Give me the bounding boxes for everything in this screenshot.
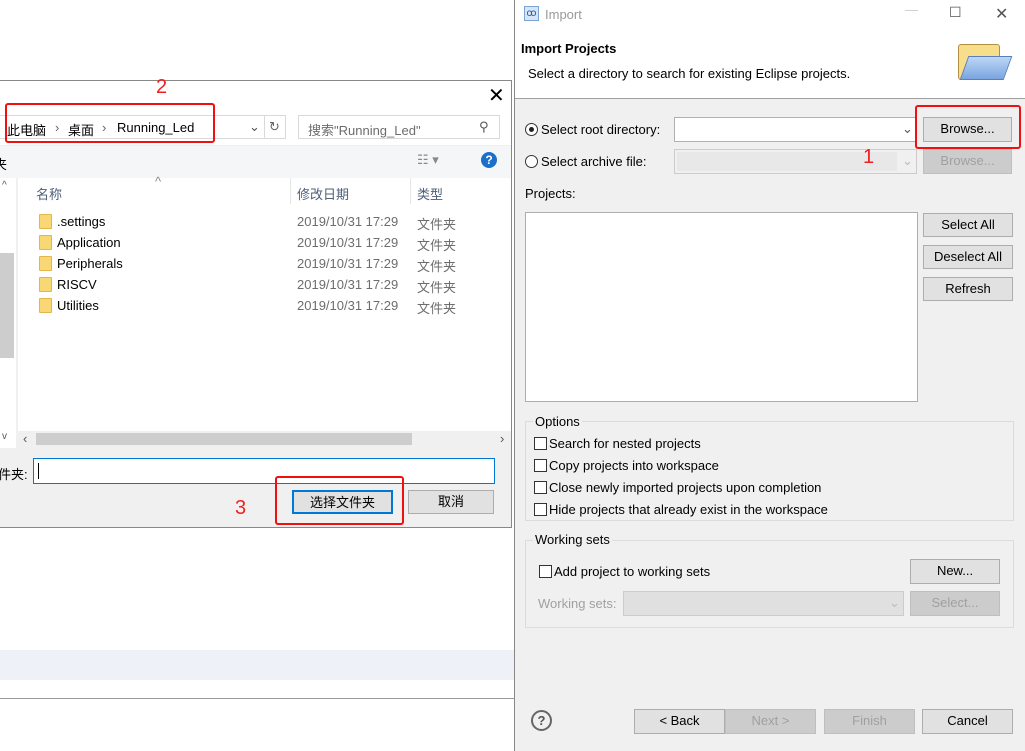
search-input[interactable]: 搜索"Running_Led" ⚲ bbox=[298, 115, 500, 139]
annotation-2: 2 bbox=[156, 76, 168, 98]
refresh-button[interactable]: Refresh bbox=[923, 277, 1013, 301]
new-folder-button[interactable]: 夹 bbox=[0, 154, 7, 173]
root-directory-label[interactable]: Select root directory: bbox=[541, 122, 660, 137]
file-type: 文件夹 bbox=[417, 238, 457, 253]
search-placeholder: 搜索"Running_Led" bbox=[308, 123, 421, 138]
nav-scrollbar[interactable] bbox=[0, 253, 14, 358]
select-all-button[interactable]: Select All bbox=[923, 213, 1013, 237]
close-icon[interactable]: ✕ bbox=[995, 4, 1008, 24]
file-date: 2019/10/31 17:29 bbox=[297, 298, 399, 313]
add-to-working-sets-checkbox[interactable] bbox=[539, 565, 552, 578]
nav-pane: ^ v bbox=[0, 178, 16, 448]
file-date: 2019/10/31 17:29 bbox=[297, 214, 399, 229]
finish-button: Finish bbox=[824, 709, 915, 734]
sort-ascending-icon: ^ bbox=[155, 174, 162, 189]
working-sets-title: Working sets bbox=[533, 532, 612, 547]
eclipse-app-icon: ꝏ bbox=[524, 6, 539, 21]
folder-label: 件夹: bbox=[0, 467, 28, 482]
option-checkbox[interactable] bbox=[534, 481, 547, 494]
file-name: Application bbox=[57, 235, 121, 250]
new-working-set-button[interactable]: New... bbox=[910, 559, 1000, 584]
annotation-1: 1 bbox=[863, 146, 875, 168]
file-name: Peripherals bbox=[57, 256, 123, 271]
option-checkbox[interactable] bbox=[534, 437, 547, 450]
page-title: Import Projects bbox=[521, 41, 617, 56]
search-icon: ⚲ bbox=[479, 119, 489, 134]
help-icon[interactable]: ? bbox=[531, 710, 552, 731]
deselect-all-button[interactable]: Deselect All bbox=[923, 245, 1013, 269]
option-checkbox[interactable] bbox=[534, 459, 547, 472]
file-type: 文件夹 bbox=[417, 301, 457, 316]
archive-file-label[interactable]: Select archive file: bbox=[541, 154, 647, 169]
refresh-icon[interactable]: ↻ bbox=[269, 119, 280, 135]
root-directory-combo[interactable]: ⌄ bbox=[674, 117, 917, 142]
minimize-icon[interactable]: — bbox=[905, 2, 918, 17]
file-date: 2019/10/31 17:29 bbox=[297, 277, 399, 292]
option-label[interactable]: Copy projects into workspace bbox=[549, 458, 719, 473]
options-title: Options bbox=[533, 414, 582, 429]
close-icon[interactable]: ✕ bbox=[488, 83, 505, 108]
file-row[interactable]: Application 2019/10/31 17:29 文件夹 bbox=[18, 232, 498, 253]
page-description: Select a directory to search for existin… bbox=[528, 66, 851, 81]
option-label[interactable]: Search for nested projects bbox=[549, 436, 701, 451]
add-to-working-sets-label[interactable]: Add project to working sets bbox=[554, 564, 710, 579]
folder-icon bbox=[39, 277, 52, 292]
annotation-box-2 bbox=[5, 103, 215, 143]
option-label[interactable]: Close newly imported projects upon compl… bbox=[549, 480, 821, 495]
annotation-box-3 bbox=[275, 476, 404, 525]
projects-label: Projects: bbox=[525, 186, 576, 201]
annotation-3: 3 bbox=[235, 497, 247, 519]
column-header-date[interactable]: 修改日期 bbox=[297, 184, 349, 203]
file-type: 文件夹 bbox=[417, 259, 457, 274]
next-button: Next > bbox=[725, 709, 816, 734]
file-type: 文件夹 bbox=[417, 217, 457, 232]
chevron-down-icon[interactable]: ⌄ bbox=[249, 119, 260, 135]
maximize-icon[interactable]: ☐ bbox=[949, 4, 962, 21]
folder-banner-icon bbox=[958, 40, 1013, 82]
file-row[interactable]: Utilities 2019/10/31 17:29 文件夹 bbox=[18, 295, 498, 316]
horizontal-scrollbar[interactable]: ‹ › bbox=[18, 431, 511, 447]
file-date: 2019/10/31 17:29 bbox=[297, 235, 399, 250]
folder-icon bbox=[39, 214, 52, 229]
option-label[interactable]: Hide projects that already exist in the … bbox=[549, 502, 828, 517]
column-header-name[interactable]: 名称 bbox=[36, 184, 62, 203]
file-name: RISCV bbox=[57, 277, 97, 292]
archive-file-radio[interactable] bbox=[525, 155, 538, 168]
folder-icon bbox=[39, 235, 52, 250]
file-date: 2019/10/31 17:29 bbox=[297, 256, 399, 271]
toolbar: 夹 ☷ ▾ ? bbox=[0, 146, 511, 178]
help-icon[interactable]: ? bbox=[481, 152, 497, 168]
background-band bbox=[0, 650, 515, 680]
folder-icon bbox=[39, 256, 52, 271]
file-type: 文件夹 bbox=[417, 280, 457, 295]
window-title: Import bbox=[545, 7, 582, 22]
column-header-type[interactable]: 类型 bbox=[417, 184, 443, 203]
file-name: Utilities bbox=[57, 298, 99, 313]
file-row[interactable]: RISCV 2019/10/31 17:29 文件夹 bbox=[18, 274, 498, 295]
cancel-button[interactable]: Cancel bbox=[922, 709, 1013, 734]
archive-file-combo: ⌄ bbox=[674, 149, 917, 174]
working-sets-label: Working sets: bbox=[538, 596, 617, 611]
annotation-box-1 bbox=[915, 105, 1021, 149]
background-divider bbox=[0, 698, 515, 699]
select-working-sets-button: Select... bbox=[910, 591, 1000, 616]
cancel-button[interactable]: 取消 bbox=[408, 490, 494, 514]
file-name: .settings bbox=[57, 214, 106, 229]
option-checkbox[interactable] bbox=[534, 503, 547, 516]
projects-list[interactable] bbox=[525, 212, 918, 402]
folder-picker-dialog: ✕ 此电脑 › 桌面 › Running_Led ⌄ ↻ 搜索"Running_… bbox=[0, 80, 512, 528]
browse-archive-button: Browse... bbox=[923, 149, 1012, 174]
folder-input[interactable] bbox=[33, 458, 495, 484]
file-list: ^ 名称 修改日期 类型 .settings 2019/10/31 17:29 … bbox=[18, 174, 511, 434]
file-row[interactable]: .settings 2019/10/31 17:29 文件夹 bbox=[18, 211, 498, 232]
back-button[interactable]: < Back bbox=[634, 709, 725, 734]
file-row[interactable]: Peripherals 2019/10/31 17:29 文件夹 bbox=[18, 253, 498, 274]
folder-icon bbox=[39, 298, 52, 313]
view-options-icon[interactable]: ☷ ▾ bbox=[417, 152, 439, 168]
root-directory-radio[interactable] bbox=[525, 123, 538, 136]
working-sets-combo: ⌄ bbox=[623, 591, 904, 616]
